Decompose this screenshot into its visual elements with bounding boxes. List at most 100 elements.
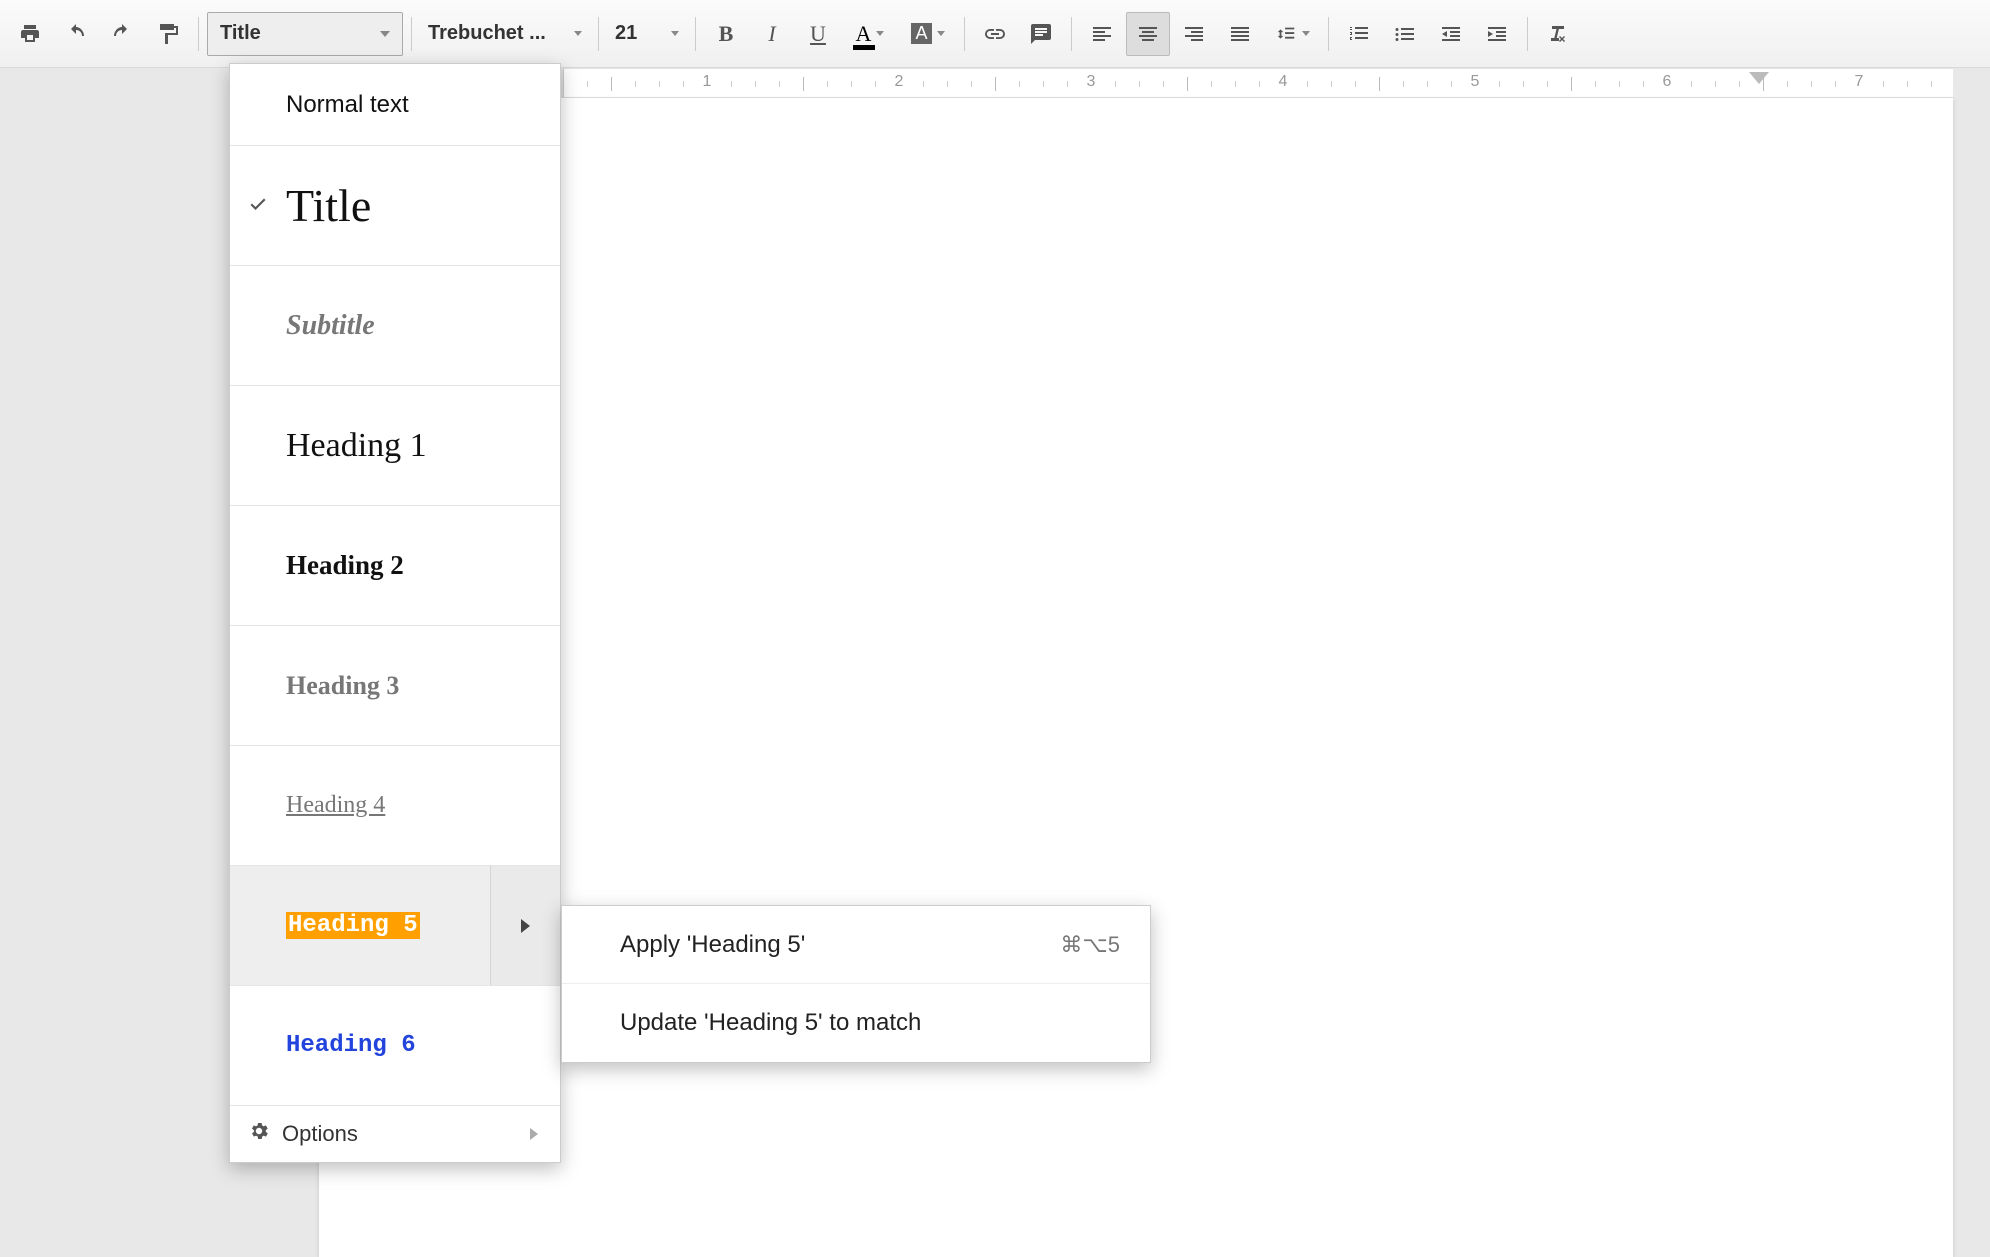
- comment-icon: [1029, 22, 1053, 46]
- bold-button[interactable]: B: [704, 12, 748, 56]
- underline-icon: U: [810, 21, 826, 47]
- line-spacing-button[interactable]: [1264, 12, 1320, 56]
- paint-format-button[interactable]: [146, 12, 190, 56]
- style-item-label: Heading 2: [286, 550, 404, 581]
- ruler-tick: [635, 81, 636, 87]
- insert-comment-button[interactable]: [1019, 12, 1063, 56]
- align-justify-icon: [1228, 22, 1252, 46]
- numbered-list-button[interactable]: [1337, 12, 1381, 56]
- insert-link-button[interactable]: [973, 12, 1017, 56]
- align-right-button[interactable]: [1172, 12, 1216, 56]
- page-column: 1 2 3 4 5 6 7: [319, 68, 1953, 1257]
- submenu-update-heading-5[interactable]: Update 'Heading 5' to match: [562, 984, 1150, 1062]
- style-item-submenu-arrow[interactable]: [490, 866, 560, 985]
- ruler-number: 1: [703, 73, 712, 91]
- ruler[interactable]: 1 2 3 4 5 6 7: [319, 68, 1953, 98]
- print-icon: [18, 22, 42, 46]
- ruler-tick: [1187, 77, 1188, 91]
- decrease-indent-button[interactable]: [1429, 12, 1473, 56]
- style-item-heading-5[interactable]: Heading 5: [230, 866, 560, 986]
- increase-indent-button[interactable]: [1475, 12, 1519, 56]
- undo-icon: [64, 22, 88, 46]
- font-combo[interactable]: Trebuchet ...: [420, 12, 590, 56]
- redo-icon: [110, 22, 134, 46]
- ruler-tick: [587, 81, 588, 87]
- separator: [1071, 17, 1072, 51]
- submenu-apply-heading-5[interactable]: Apply 'Heading 5' ⌘⌥5: [562, 906, 1150, 984]
- text-color-icon: A: [856, 21, 872, 47]
- print-button[interactable]: [8, 12, 52, 56]
- ruler-tick: [1787, 81, 1788, 87]
- style-item-label: Heading 1: [286, 427, 427, 465]
- ruler-tick: [1451, 81, 1452, 87]
- style-item-subtitle[interactable]: Subtitle: [230, 266, 560, 386]
- gear-icon: [248, 1120, 270, 1148]
- ruler-tick: [1163, 81, 1164, 87]
- chevron-right-icon: [530, 1128, 538, 1140]
- style-item-title[interactable]: Title: [230, 146, 560, 266]
- ruler-tick: [779, 81, 780, 87]
- caret-down-icon: [671, 31, 679, 36]
- styles-combo[interactable]: Title: [207, 12, 403, 56]
- align-right-icon: [1182, 22, 1206, 46]
- style-item-label: Title: [286, 179, 371, 232]
- style-options-button[interactable]: Options: [230, 1106, 560, 1162]
- align-center-button[interactable]: [1126, 12, 1170, 56]
- redo-button[interactable]: [100, 12, 144, 56]
- highlight-button[interactable]: A: [900, 12, 956, 56]
- ruler-number: 6: [1663, 73, 1672, 91]
- ruler-tick: [683, 81, 684, 87]
- ruler-number: 7: [1855, 73, 1864, 91]
- styles-combo-label: Title: [220, 22, 261, 45]
- ruler-tick: [755, 81, 756, 87]
- style-item-label: Heading 5: [286, 912, 420, 939]
- right-indent-marker[interactable]: [1749, 72, 1769, 84]
- ruler-tick: [1259, 81, 1260, 87]
- ruler-tick: [875, 81, 876, 87]
- clear-formatting-button[interactable]: [1536, 12, 1580, 56]
- text-color-swatch: [853, 45, 875, 50]
- separator: [964, 17, 965, 51]
- caret-down-icon: [574, 31, 582, 36]
- ruler-tick: [1715, 81, 1716, 87]
- ruler-tick: [947, 81, 948, 87]
- align-justify-button[interactable]: [1218, 12, 1262, 56]
- text-color-button[interactable]: A: [842, 12, 898, 56]
- ruler-tick: [1115, 81, 1116, 87]
- style-item-heading-4[interactable]: Heading 4: [230, 746, 560, 866]
- ruler-tick: [1019, 81, 1020, 87]
- ruler-tick: [971, 81, 972, 87]
- ruler-number: 2: [895, 73, 904, 91]
- numbered-list-icon: [1347, 22, 1371, 46]
- style-item-heading-1[interactable]: Heading 1: [230, 386, 560, 506]
- highlight-icon: A: [911, 23, 931, 44]
- align-left-icon: [1090, 22, 1114, 46]
- ruler-tick: [1547, 81, 1548, 87]
- ruler-tick: [1067, 81, 1068, 87]
- style-item-normal-text[interactable]: Normal text: [230, 64, 560, 146]
- underline-button[interactable]: U: [796, 12, 840, 56]
- ruler-tick: [1427, 81, 1428, 87]
- bulleted-list-button[interactable]: [1383, 12, 1427, 56]
- ruler-tick: [995, 77, 996, 91]
- document-page[interactable]: [319, 98, 1953, 1257]
- toolbar: Title Trebuchet ... 21 B I U A A: [0, 0, 1990, 68]
- ruler-tick: [1331, 81, 1332, 87]
- style-item-heading-3[interactable]: Heading 3: [230, 626, 560, 746]
- ruler-tick: [1907, 81, 1908, 87]
- undo-button[interactable]: [54, 12, 98, 56]
- style-item-heading-6[interactable]: Heading 6: [230, 986, 560, 1106]
- style-item-heading-2[interactable]: Heading 2: [230, 506, 560, 626]
- ruler-tick: [803, 77, 804, 91]
- style-item-label: Heading 6: [286, 1032, 416, 1059]
- separator: [198, 17, 199, 51]
- caret-down-icon: [380, 31, 390, 37]
- align-left-button[interactable]: [1080, 12, 1124, 56]
- font-size-combo[interactable]: 21: [607, 12, 687, 56]
- ruler-tick: [1691, 81, 1692, 87]
- link-icon: [983, 22, 1007, 46]
- italic-button[interactable]: I: [750, 12, 794, 56]
- ruler-tick: [1043, 81, 1044, 87]
- ruler-tick: [1139, 81, 1140, 87]
- separator: [598, 17, 599, 51]
